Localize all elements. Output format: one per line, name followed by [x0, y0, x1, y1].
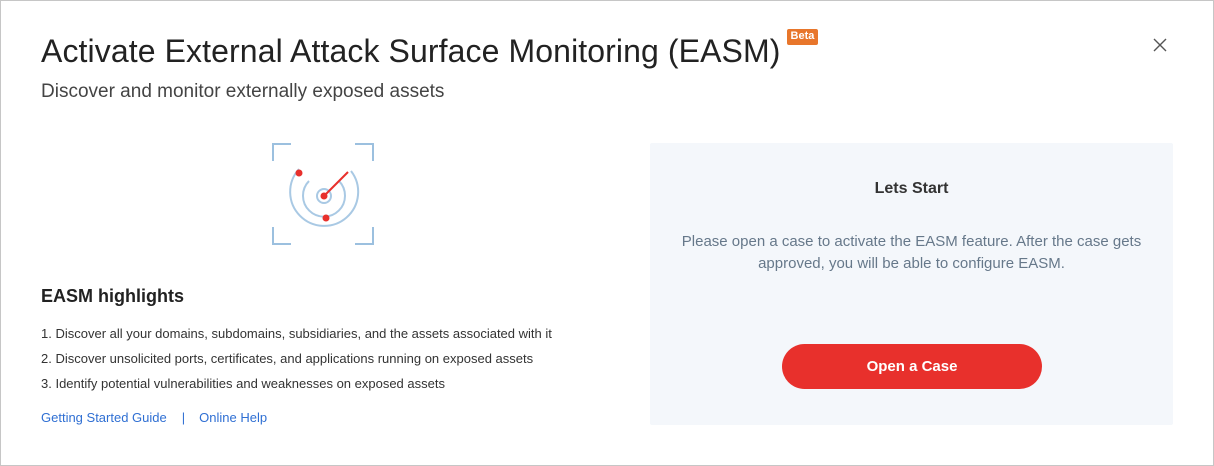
open-case-button[interactable]: Open a Case — [782, 344, 1042, 389]
panel-description: Please open a case to activate the EASM … — [681, 233, 1142, 272]
easm-dialog: Activate External Attack Surface Monitor… — [0, 0, 1214, 466]
online-help-link[interactable]: Online Help — [199, 410, 267, 425]
getting-started-guide-link[interactable]: Getting Started Guide — [41, 410, 167, 425]
lets-start-panel: Lets Start Please open a case to activat… — [650, 143, 1173, 425]
panel-title: Lets Start — [874, 180, 949, 197]
help-links: Getting Started Guide | Online Help — [41, 410, 267, 425]
highlight-item: 2. Discover unsolicited ports, certifica… — [41, 351, 534, 366]
highlights-title: EASM highlights — [41, 286, 184, 306]
close-icon — [1153, 38, 1167, 52]
title-row: Activate External Attack Surface Monitor… — [41, 29, 819, 71]
beta-badge: Beta — [786, 29, 819, 45]
link-separator: | — [181, 410, 186, 425]
highlight-item: 3. Identify potential vulnerabilities an… — [41, 376, 445, 391]
dialog-title: Activate External Attack Surface Monitor… — [41, 33, 781, 69]
radar-icon — [272, 143, 374, 245]
highlight-item: 1. Discover all your domains, subdomains… — [41, 326, 552, 341]
highlights-list: 1. Discover all your domains, subdomains… — [41, 326, 552, 401]
close-button[interactable] — [1150, 35, 1170, 55]
dialog-subtitle: Discover and monitor externally exposed … — [41, 81, 445, 102]
